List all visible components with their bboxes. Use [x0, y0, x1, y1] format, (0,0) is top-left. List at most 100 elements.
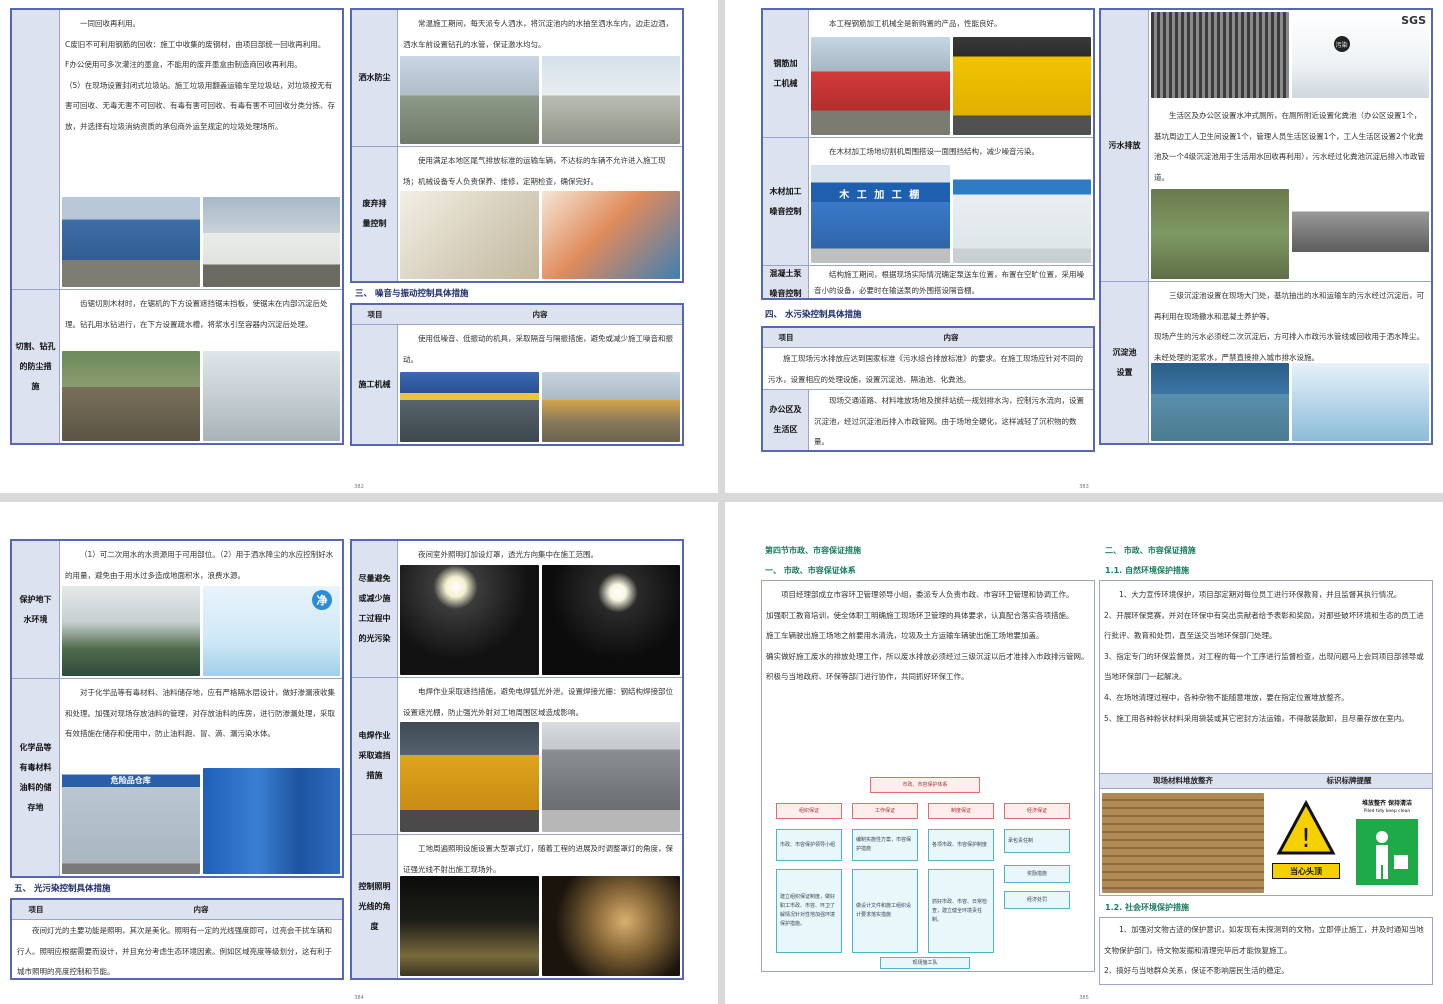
row-label: 洒水防尘: [352, 10, 398, 146]
noise-machinery-table: 钢筋加 工机械 本工程钢筋加工机械全是新购置的产品，性能良好。 木材加工 噪音控…: [761, 8, 1095, 300]
body-text: 1、大力宣传环境保护，项目部定期对每位员工进行环保教育，并且监督其执行情况。 2…: [1104, 590, 1424, 723]
org-box: 经济保证: [1004, 803, 1070, 819]
water-clean-badge: 净: [312, 590, 332, 610]
tidy-sign-label: 堆放整齐 保持清洁: [1361, 799, 1413, 807]
dust-control-table: 洒水防尘 常温施工期间，每天派专人洒水，将沉淀池内的水抽至洒水车内，边走边洒，洒…: [350, 8, 684, 283]
body-text: 项目经理部成立市容环卫管理领导小组，委派专人负责市政、市容环卫管理和协调工作。 …: [766, 590, 1089, 682]
water-recycle-diagram: 净: [202, 586, 340, 676]
row-text: 夜间灯光的主要功能是照明，其次是美化。照明有一定的光线强度即可，过亮会干扰车辆和…: [17, 926, 332, 976]
table-row: 电焊作业 采取遮挡 措施 电焊作业采取遮挡措施，避免电焊弧光外泄。设置焊接光栅：…: [352, 678, 682, 835]
system-box: 项目经理部成立市容环卫管理领导小组，委派专人负责市政、市容环卫管理和协调工作。 …: [761, 580, 1095, 972]
tank-rendering-illustration: [1291, 363, 1429, 441]
row-label: 控制照明 光线的角 度: [352, 835, 398, 978]
page-number: 383: [1079, 484, 1089, 490]
row-text: （1）可二次用水的水资源用于可用部位。（2）用于洒水降尘的水应控制好水的用量，避…: [65, 550, 334, 580]
table-header: 项目 内容: [763, 328, 1093, 348]
section-title-light: 五、 光污染控制具体措施: [14, 884, 111, 894]
org-top-box: 市政、市容保护体系: [870, 777, 980, 793]
water-pollution-table: 项目 内容 施工现场污水排放应达到国家标准《污水综合排放标准》的要求。在施工现场…: [761, 326, 1095, 452]
sediment-tank-photo: [1151, 363, 1289, 441]
row-text: 使用低噪音、低振动的机具，采取隔音与隔振措施，避免或减少施工噪音和振动。: [403, 334, 673, 364]
row-label: 木材加工 噪音控制: [763, 138, 809, 265]
page-385: 第四节市政、市容保证措施 一、 市政、市容保证体系 项目经理部成立市容环卫管理领…: [725, 502, 1443, 1004]
row-text: 本工程钢筋加工机械全是新购置的产品，性能良好。: [829, 19, 1002, 28]
welding-screens-photo: [400, 722, 539, 832]
stacked-materials-photo: [1102, 793, 1264, 893]
exhaust-cartoon-illustration: [400, 191, 539, 279]
row-text: 三级沉淀池设置在现场大门处，基坑抽出的水和运输车的污水经过沉淀后，可再利用在现场…: [1154, 291, 1424, 362]
table-row: 污水排放 SGS 污染 生活区及办公区设置水冲式厕所，在厕所附近设置化粪池（办公…: [1101, 10, 1431, 282]
table-row: 混凝土泵 噪音控制 结构施工期间，根据现场实际情况确定泵送车位置，布置在空旷位置…: [763, 266, 1093, 298]
saw-machine-photo: [62, 351, 200, 441]
row-text: 常温施工期间，每天派专人洒水，将沉淀池内的水抽至洒水车内，边走边洒，洒水车前设置…: [403, 19, 673, 49]
row-label: 混凝土泵 噪音控制: [763, 266, 809, 298]
body-text: 1、加强对文物古迹的保护意识，如发现有未探测到的文物，立即停止施工，并及时通知当…: [1104, 925, 1424, 976]
row-text: 一同回收再利用。 C废旧不可利用钢筋的回收：施工中收集的废钢材，由项目部统一回收…: [65, 19, 335, 131]
row-text: 使用满足本地区尾气排放标准的运输车辆，不达标的车辆不允许进入施工现场；机械设备专…: [403, 156, 666, 186]
drain-grate-photo: [1151, 12, 1289, 98]
page-383: 钢筋加 工机械 本工程钢筋加工机械全是新购置的产品，性能良好。 木材加工 噪音控…: [725, 0, 1443, 493]
table-header: 项目 内容: [352, 305, 682, 325]
garbage-truck-photo: [202, 197, 340, 287]
spraying-photo: [541, 56, 680, 144]
caution-sign-label: 当心头顶: [1272, 863, 1340, 879]
chemical-barrels-photo: [202, 768, 340, 874]
table-row: 办公区及 生活区 现场交通道路、材料堆放场地及搅拌站统一规划排水沟，控制污水流向…: [763, 390, 1093, 450]
rebar-machine-photo: [811, 37, 950, 135]
row-label: 废弃排 量控制: [352, 147, 398, 281]
groundwater-table: 保护地下 水环境 （1）可二次用水的水资源用于可用部位。（2）用于洒水降尘的水应…: [10, 539, 344, 878]
svg-text:!: !: [1301, 824, 1311, 854]
row-text: 电焊作业采取遮挡措施，避免电焊弧光外泄。设置焊接光栅：钢结构焊接部位设置遮光棚，…: [403, 687, 673, 717]
sgs-logo: SGS: [1401, 14, 1426, 27]
dust-measures-table: 一同回收再利用。 C废旧不可利用钢筋的回收：施工中收集的废钢材，由项目部统一回收…: [10, 8, 344, 445]
sewage-table: 污水排放 SGS 污染 生活区及办公区设置水冲式厕所，在厕所附近设置化粪池（办公…: [1099, 8, 1433, 445]
org-box: 奖励措施: [1004, 865, 1070, 883]
row-text: 夜间室外照明灯加设灯罩，透光方向集中在施工范围。: [418, 550, 598, 559]
org-box: 组织保证: [776, 803, 842, 819]
table-row: 沉淀池 设置 三级沉淀池设置在现场大门处，基坑抽出的水和运输车的污水经过沉淀后，…: [1101, 282, 1431, 443]
noise-table: 项目 内容 施工机械 使用低噪音、低振动的机具，采取隔音与隔振措施，避免或减少施…: [350, 303, 684, 446]
row-label: 污水排放: [1101, 10, 1149, 281]
septic-diagram-illustration: [1291, 189, 1429, 279]
page-382: 一同回收再利用。 C废旧不可利用钢筋的回收：施工中收集的废钢材，由项目部统一回收…: [0, 0, 718, 493]
table-row: 木材加工 噪音控制 在木材加工场地切割机周围搭设一面围挡结构，减少噪音污染。 木…: [763, 138, 1093, 266]
night-excavation-photo: [541, 876, 680, 976]
subsection-heading: 1.1. 自然环境保护措施: [1105, 566, 1189, 575]
mist-spray-photo: [62, 586, 200, 676]
org-box: 做设计文件和施工组织设计要求落实措施: [852, 869, 918, 953]
table-row: 化学品等 有毒材料 油料的储 存地 对于化学品等有毒材料、油料储存地，应有严格隔…: [12, 679, 342, 876]
org-box: 经济处罚: [1004, 891, 1070, 909]
org-box: 抓好市政、市容、日常检查，建立健全环境责任制。: [928, 869, 994, 953]
column-header: 现场材料堆放整齐: [1153, 776, 1213, 785]
row-text: 对于化学品等有毒材料、油料储存地，应有严格隔水层设计，做好渗漏液收集和处理。加强…: [65, 688, 335, 738]
table-row: 控制照明 光线的角 度 工地周遍照明设施设置大型罩式灯，随着工程的进展及时调整罩…: [352, 835, 682, 978]
column-header: 标识标牌提醒: [1326, 776, 1372, 785]
row-label: 电焊作业 采取遮挡 措施: [352, 678, 398, 834]
row-text: 现场交通道路、材料堆放场地及搅拌站统一规划排水沟，控制污水流向，设置沉淀池，经过…: [814, 396, 1084, 446]
org-box: 编制实施性方案，市容保护措施: [852, 829, 918, 861]
row-label: 沉淀池 设置: [1101, 282, 1149, 443]
section-title-water: 四、 水污染控制具体措施: [765, 310, 862, 320]
table-row: 一同回收再利用。 C废旧不可利用钢筋的回收：施工中收集的废钢材，由项目部统一回收…: [12, 10, 342, 290]
table-row: 尽量避免 或减少施 工过程中 的光污染 夜间室外照明灯加设灯罩，透光方向集中在施…: [352, 541, 682, 678]
lighting-table: 尽量避免 或减少施 工过程中 的光污染 夜间室外照明灯加设灯罩，透光方向集中在施…: [350, 539, 684, 980]
org-box: 承包责任制: [1004, 829, 1070, 853]
woodwork-shed-sign: 木 工 加 工 棚: [839, 189, 922, 201]
tidy-sign-en: Piled tidy keep clean: [1363, 808, 1411, 814]
yellow-machine-photo: [952, 37, 1091, 135]
pollution-bowl-illustration: SGS 污染: [1291, 12, 1429, 98]
machine-shed-photo: [400, 372, 539, 442]
org-box: 工作保证: [852, 803, 918, 819]
subsection-heading: 1.2. 社会环境保护措施: [1105, 903, 1189, 912]
row-label: 化学品等 有毒材料 油料的储 存地: [12, 679, 60, 876]
row-label: 办公区及 生活区: [763, 390, 809, 450]
woodwork-shed-photo: 木 工 加 工 棚: [811, 165, 950, 263]
section-title-noise: 三、 噪音与振动控制具体措施: [355, 289, 469, 299]
table-row: 切割、钻孔 的防尘措 施 齿锯切割木材时，在锯机的下方设置遮挡锯末挡板，使锯末在…: [12, 290, 342, 443]
table-row: 保护地下 水环境 （1）可二次用水的水资源用于可用部位。（2）用于洒水降尘的水应…: [12, 541, 342, 679]
section-heading: 二、 市政、市容保证措施: [1105, 546, 1196, 555]
org-bottom-box: 现场施工队: [880, 957, 970, 969]
row-text: 在木材加工场地切割机周围搭设一面围挡结构，减少噪音污染。: [829, 147, 1039, 156]
light-pollution-table: 项目 内容 夜间灯光的主要功能是照明，其次是美化。照明有一定的光线强度即可，过亮…: [10, 898, 344, 980]
table-header: 项目 内容: [12, 900, 342, 920]
